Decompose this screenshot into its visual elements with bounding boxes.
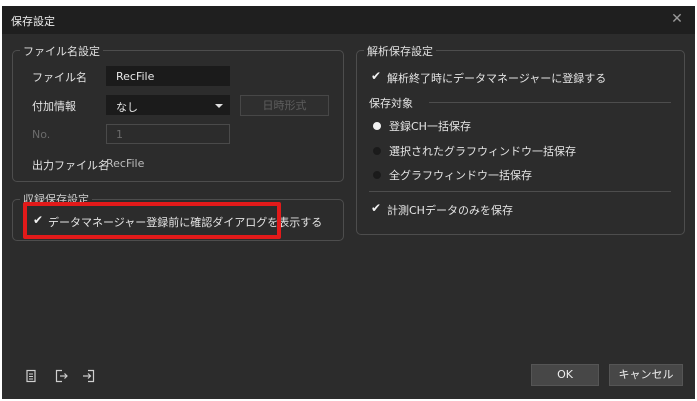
radio-registered-ch[interactable] [373, 122, 381, 130]
chevron-down-icon [215, 104, 223, 108]
document-icon[interactable] [24, 369, 38, 383]
additional-info-value: なし [116, 101, 138, 114]
import-icon[interactable] [82, 369, 96, 383]
ok-button[interactable]: OK [531, 364, 599, 386]
highlight-box [23, 202, 281, 239]
dialog-title: 保存設定 [11, 15, 55, 28]
file-name-settings-group: ファイル名設定 ファイル名 RecFile 付加情報 なし 日時形式 No. 1… [12, 43, 344, 182]
save-settings-dialog: 保存設定 ✕ ファイル名設定 ファイル名 RecFile 付加情報 なし 日時形… [2, 6, 695, 399]
file-name-input[interactable]: RecFile [106, 66, 230, 86]
register-on-analysis-label[interactable]: 解析終了時にデータマネージャーに登録する [387, 70, 606, 86]
output-file-name-value: RecFile [106, 157, 145, 170]
no-label: No. [32, 128, 51, 141]
radio-selected-graph-label[interactable]: 選択されたグラフウィンドウ一括保存 [389, 143, 576, 159]
output-file-name-label: 出力ファイル名 [32, 159, 109, 172]
measured-only-checkbox[interactable]: ✔ [369, 201, 383, 215]
analysis-save-settings-legend: 解析保存設定 [364, 43, 436, 59]
additional-info-label: 付加情報 [32, 100, 76, 113]
radio-selected-graph[interactable] [373, 147, 381, 155]
save-target-label: 保存対象 [369, 97, 413, 110]
no-input[interactable]: 1 [106, 124, 230, 144]
cancel-button[interactable]: キャンセル [609, 364, 683, 386]
register-on-analysis-checkbox[interactable]: ✔ [369, 69, 383, 83]
radio-all-graph-label[interactable]: 全グラフウィンドウ一括保存 [389, 167, 532, 183]
save-target-divider [429, 102, 671, 103]
file-name-settings-legend: ファイル名設定 [20, 43, 103, 59]
close-icon[interactable]: ✕ [669, 11, 685, 27]
export-icon[interactable] [54, 369, 68, 383]
radio-registered-ch-label[interactable]: 登録CH一括保存 [389, 118, 471, 134]
title-bar: 保存設定 ✕ [2, 6, 695, 34]
radio-all-graph[interactable] [373, 171, 381, 179]
measured-only-label[interactable]: 計測CHデータのみを保存 [387, 202, 513, 218]
file-name-label: ファイル名 [32, 71, 87, 84]
additional-info-select[interactable]: なし [106, 95, 230, 115]
analysis-divider [369, 191, 671, 192]
datetime-format-button[interactable]: 日時形式 [240, 95, 329, 116]
analysis-save-settings-group: 解析保存設定 ✔ 解析終了時にデータマネージャーに登録する 保存対象 登録CH一… [356, 43, 685, 235]
